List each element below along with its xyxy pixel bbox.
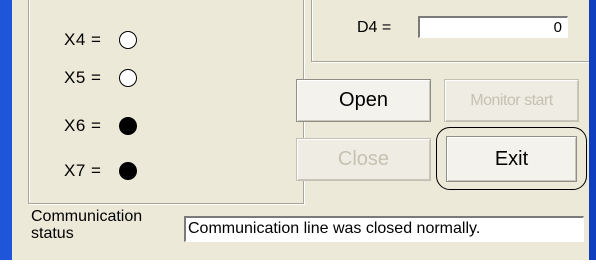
- communication-status-label-line1: Communication: [31, 208, 143, 225]
- input-label-x4: X4 =: [64, 30, 102, 49]
- close-button[interactable]: Close: [296, 138, 431, 181]
- input-row-x5: X5 =: [64, 65, 137, 91]
- window-frame-left: [0, 0, 12, 260]
- communication-status-label-line2: status: [31, 225, 74, 242]
- x4-lamp-off-icon: [119, 31, 137, 49]
- window-frame-right: [589, 0, 596, 260]
- x6-lamp-on-icon: [119, 117, 137, 135]
- window-bottom-edge: [0, 260, 596, 271]
- exit-button[interactable]: Exit: [446, 136, 577, 182]
- input-label-x7: X7 =: [64, 161, 102, 180]
- open-button[interactable]: Open: [296, 79, 431, 122]
- input-row-x4: X4 =: [64, 27, 137, 53]
- register-value-field-d4: 0: [418, 16, 568, 38]
- communication-status-field: Communication line was closed normally.: [184, 216, 584, 242]
- input-row-x7: X7 =: [64, 158, 137, 184]
- x5-lamp-off-icon: [119, 69, 137, 87]
- input-label-x6: X6 =: [64, 116, 102, 135]
- register-label-d4: D4 =: [357, 19, 392, 36]
- x7-lamp-on-icon: [119, 162, 137, 180]
- input-label-x5: X5 =: [64, 68, 102, 87]
- communication-status-label: Communication status: [31, 208, 142, 242]
- monitor-start-button[interactable]: Monitor start: [444, 79, 579, 122]
- input-row-x6: X6 =: [64, 113, 137, 139]
